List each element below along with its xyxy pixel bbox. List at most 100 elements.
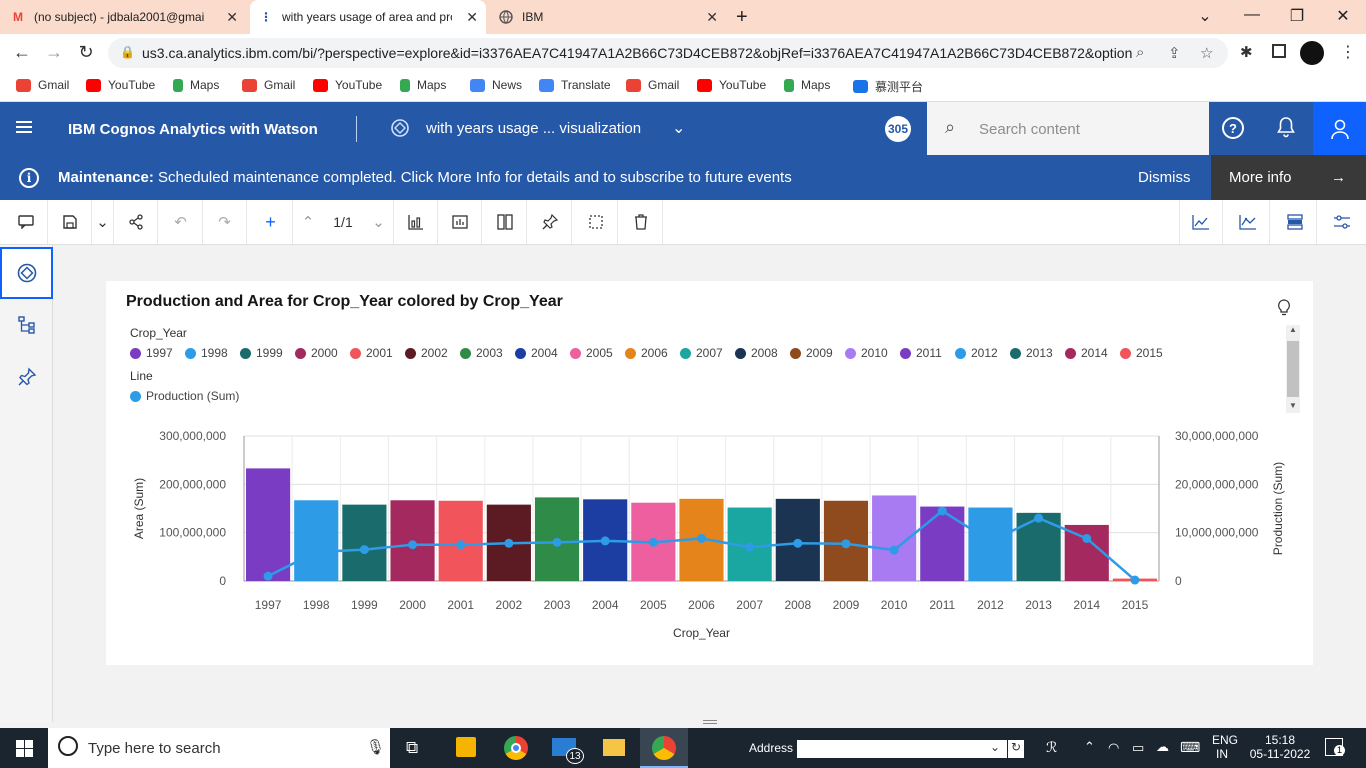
tab-search-icon[interactable]: ⌄ — [1190, 6, 1220, 26]
bookmark-mooctest[interactable]: 慕测平台 — [853, 78, 923, 95]
close-icon[interactable]: ✕ — [706, 9, 718, 26]
redo-icon[interactable]: ↷ — [203, 200, 247, 244]
undo-icon[interactable]: ↶ — [159, 200, 203, 244]
pin-icon[interactable] — [528, 200, 572, 244]
bookmark-translate[interactable]: Translate — [539, 78, 611, 92]
legend-item-2005[interactable]: 2005 — [570, 346, 613, 360]
data-icon[interactable] — [1273, 200, 1317, 244]
delete-icon[interactable] — [619, 200, 663, 244]
close-icon[interactable]: ✕ — [466, 9, 478, 26]
search-input[interactable]: ⌕ Search content — [927, 102, 1209, 155]
bookmark-gmail[interactable]: Gmail — [16, 78, 69, 92]
address-bar[interactable]: 🔒 us3.ca.analytics.ibm.com/bi/?perspecti… — [108, 38, 1228, 68]
task-view-icon[interactable]: ⧉ — [406, 738, 418, 758]
chart-type-icon[interactable] — [394, 200, 438, 244]
language-indicator[interactable]: ENG IN — [1212, 733, 1238, 761]
tab-cognos[interactable]: ⋮ with years usage of area and pro ✕ — [250, 0, 486, 34]
bookmark-maps[interactable]: Maps — [173, 78, 219, 92]
chevron-down-icon[interactable]: ⌄ — [990, 740, 1000, 754]
maximize-button[interactable]: ❐ — [1282, 6, 1312, 26]
dismiss-button[interactable]: Dismiss — [1138, 169, 1191, 186]
legend-item-2012[interactable]: 2012 — [955, 346, 998, 360]
legend-item-2004[interactable]: 2004 — [515, 346, 558, 360]
legend-item-2013[interactable]: 2013 — [1010, 346, 1053, 360]
more-info-button[interactable]: More info → — [1211, 155, 1366, 200]
microphone-icon[interactable]: 🎙 — [366, 738, 385, 756]
bookmark-youtube[interactable]: YouTube — [697, 78, 766, 92]
share-icon[interactable]: ⇪ — [1168, 44, 1181, 62]
legend-item-2015[interactable]: 2015 — [1120, 346, 1163, 360]
store-icon[interactable] — [456, 737, 476, 757]
forward-icon[interactable]: → — [42, 42, 66, 63]
panel-resize-handle[interactable] — [703, 720, 717, 724]
chevron-down-icon[interactable]: ⌄ — [364, 200, 394, 244]
minimize-button[interactable]: — — [1237, 6, 1267, 24]
wifi-icon[interactable]: ◠ — [1108, 740, 1119, 756]
fields-icon[interactable] — [438, 200, 482, 244]
chevron-up-icon[interactable]: ⌃ — [1084, 739, 1095, 755]
line-chart-icon[interactable] — [1179, 200, 1223, 244]
comment-icon[interactable] — [4, 200, 48, 244]
scroll-down-icon[interactable]: ▼ — [1289, 401, 1297, 410]
chevron-down-icon[interactable]: ⌄ — [672, 118, 685, 138]
legend-item-2006[interactable]: 2006 — [625, 346, 668, 360]
chrome-active-taskbar-button[interactable] — [640, 728, 688, 768]
taskbar-address-input[interactable]: ⌄ — [797, 740, 1007, 758]
bookmark-gmail[interactable]: Gmail — [242, 78, 295, 92]
legend-item-production[interactable]: Production (Sum) — [130, 389, 239, 403]
document-title[interactable]: with years usage ... visualization — [426, 120, 641, 137]
file-explorer-icon[interactable] — [603, 739, 625, 756]
legend-item-2008[interactable]: 2008 — [735, 346, 778, 360]
notification-count-badge[interactable]: 305 — [885, 116, 911, 142]
legend-item-2003[interactable]: 2003 — [460, 346, 503, 360]
windows-start-icon[interactable] — [16, 740, 33, 762]
legend-item-2011[interactable]: 2011 — [900, 346, 942, 360]
legend-item-2009[interactable]: 2009 — [790, 346, 833, 360]
taskbar-search-input[interactable]: Type here to search 🎙 — [48, 728, 390, 768]
profile-avatar[interactable] — [1300, 41, 1324, 65]
people-icon[interactable]: ℛ — [1046, 739, 1057, 756]
legend-item-1997[interactable]: 1997 — [130, 346, 173, 360]
navigation-path-icon[interactable] — [0, 299, 53, 351]
go-icon[interactable]: ↻ — [1008, 740, 1024, 758]
network-icon[interactable]: ☁ — [1156, 739, 1169, 755]
bookmark-youtube[interactable]: YouTube — [86, 78, 155, 92]
legend-item-1999[interactable]: 1999 — [240, 346, 283, 360]
back-icon[interactable]: ← — [10, 42, 34, 63]
scroll-up-icon[interactable]: ▲ — [1289, 325, 1297, 334]
side-panel-icon[interactable] — [1272, 44, 1286, 58]
explore-icon[interactable] — [0, 247, 53, 299]
share-icon[interactable] — [114, 200, 158, 244]
bookmark-maps[interactable]: Maps — [400, 78, 446, 92]
bookmark-gmail[interactable]: Gmail — [626, 78, 679, 92]
compare-icon[interactable] — [483, 200, 527, 244]
bookmark-news[interactable]: News — [470, 78, 522, 92]
new-tab-button[interactable]: + — [736, 6, 748, 29]
close-icon[interactable]: ✕ — [226, 9, 238, 26]
chevron-up-icon[interactable]: ⌃ — [293, 200, 323, 244]
help-icon[interactable]: ? — [1222, 117, 1244, 139]
browser-menu-icon[interactable]: ⋮ — [1340, 42, 1356, 62]
bookmark-star-icon[interactable]: ☆ — [1200, 44, 1213, 62]
select-area-icon[interactable] — [574, 200, 618, 244]
save-menu-chevron-icon[interactable]: ⌄ — [92, 200, 114, 244]
chrome-icon[interactable] — [504, 736, 528, 760]
legend-item-2007[interactable]: 2007 — [680, 346, 723, 360]
keyboard-icon[interactable]: ⌨ — [1180, 739, 1200, 756]
battery-icon[interactable]: ▭ — [1132, 740, 1144, 756]
clock[interactable]: 15:18 05-11-2022 — [1248, 733, 1312, 761]
legend-item-1998[interactable]: 1998 — [185, 346, 228, 360]
tab-gmail[interactable]: M (no subject) - jdbala2001@gmail ✕ — [10, 0, 246, 34]
pin-icon[interactable] — [0, 351, 53, 403]
extensions-icon[interactable]: ✱ — [1240, 43, 1253, 61]
properties-icon[interactable] — [1320, 200, 1364, 244]
legend-item-2010[interactable]: 2010 — [845, 346, 888, 360]
zoom-icon[interactable]: ⌕ — [1136, 44, 1144, 61]
lightbulb-icon[interactable] — [1277, 299, 1291, 322]
bell-icon[interactable] — [1276, 116, 1296, 143]
bookmark-youtube[interactable]: YouTube — [313, 78, 382, 92]
legend-item-2014[interactable]: 2014 — [1065, 346, 1108, 360]
legend-item-2000[interactable]: 2000 — [295, 346, 338, 360]
tab-ibm[interactable]: IBM ✕ — [490, 0, 726, 34]
notification-center-icon[interactable]: 1 — [1325, 738, 1345, 756]
